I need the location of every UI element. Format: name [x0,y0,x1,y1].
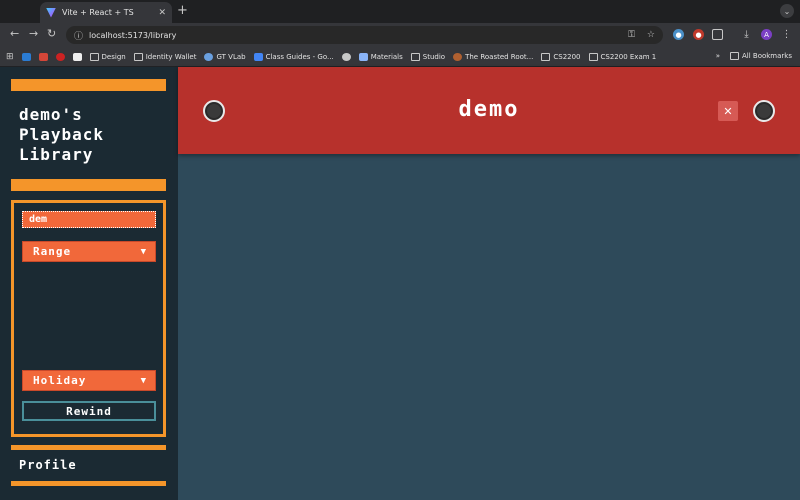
bookmark-design[interactable]: Design [89,52,126,61]
chevron-down-icon: ▼ [140,375,147,386]
holiday-select-label: Holiday [33,374,87,387]
globe-icon [341,52,351,61]
materials-icon [358,52,368,61]
folder-icon [729,52,739,60]
bookmark-materials[interactable]: Materials [358,52,403,61]
tab-search-icon[interactable]: ⌄ [780,4,794,18]
extensions-puzzle-icon[interactable] [712,29,723,40]
bookmark-gt-vlab[interactable]: GT VLab [204,52,246,61]
bookmark-globe[interactable] [341,52,351,61]
search-input[interactable] [22,211,156,228]
close-tab-icon[interactable]: ✕ [158,8,166,18]
folder-icon [410,52,420,61]
bookmarks-bar: ⊞ Design Identity Wallet GT VLab Class G… [0,47,800,67]
profile-avatar[interactable]: A [761,29,772,40]
menu-dots-icon[interactable]: ⋮ [781,29,792,40]
site-icon [453,52,463,61]
browser-toolbar: ← → ↻ ⓘ localhost:5173/library ⚿ ☆ ● ● ⤓… [0,23,800,47]
apps-grid-icon[interactable]: ⊞ [6,52,14,62]
close-button[interactable]: ✕ [718,101,738,121]
outlook-icon[interactable] [21,52,31,61]
header-title: demo [458,97,520,122]
back-icon[interactable]: ← [10,27,19,40]
main-content: demo ✕ [178,67,800,500]
right-knob-icon[interactable] [753,100,775,122]
folder-icon [541,52,551,61]
profile-bottom-stripe [11,481,166,486]
forward-icon[interactable]: → [29,27,38,40]
bookmark-roasted-root[interactable]: The Roasted Root... [453,52,533,61]
sidebar-top-stripe [11,79,166,91]
folder-icon [133,52,143,61]
new-tab-icon[interactable]: + [177,3,188,18]
vlab-icon [204,52,214,61]
profile-link[interactable]: Profile [19,458,77,472]
site-info-icon[interactable]: ⓘ [74,29,83,42]
amazon-icon[interactable] [72,52,82,61]
address-bar[interactable]: ⓘ localhost:5173/library ⚿ ☆ [66,26,663,44]
browser-tab-strip: Vite + React + TS ✕ + ⌄ [0,0,800,23]
extension-shield-icon[interactable]: ● [693,29,704,40]
vite-icon [46,7,56,18]
library-title: demo's Playback Library [19,105,105,164]
range-select[interactable]: Range ▼ [22,241,156,262]
app-icon[interactable] [55,52,65,61]
bookmark-class-guides[interactable]: Class Guides - Go... [253,52,334,61]
bookmark-cs2200[interactable]: CS2200 [541,52,581,61]
gmail-icon[interactable] [38,52,48,61]
playback-header: demo ✕ [178,67,800,154]
rewind-button[interactable]: Rewind [22,401,156,421]
bookmark-star-icon[interactable]: ☆ [647,30,655,40]
download-icon[interactable]: ⤓ [741,29,752,40]
browser-tab[interactable]: Vite + React + TS ✕ [40,2,172,23]
chevron-down-icon: ▼ [140,246,147,257]
key-icon[interactable]: ⚿ [628,30,635,40]
sidebar-mid-stripe [11,179,166,191]
tab-title: Vite + React + TS [62,8,134,17]
range-select-label: Range [33,245,72,258]
docs-icon [253,52,263,61]
extension-globe-icon[interactable]: ● [673,29,684,40]
bookmark-studio[interactable]: Studio [410,52,445,61]
profile-top-stripe [11,445,166,450]
library-sidebar: demo's Playback Library Range ▼ Holiday … [0,67,178,500]
filter-panel: Range ▼ Holiday ▼ Rewind [11,200,166,437]
more-bookmarks-icon[interactable]: » [716,52,720,60]
url-text: localhost:5173/library [89,30,177,40]
bookmark-identity-wallet[interactable]: Identity Wallet [133,52,196,61]
holiday-select[interactable]: Holiday ▼ [22,370,156,391]
bookmark-all-bookmarks[interactable]: All Bookmarks [729,52,792,60]
folder-icon [89,52,99,61]
folder-icon [588,52,598,61]
reload-icon[interactable]: ↻ [47,27,56,40]
bookmark-cs2200-exam1[interactable]: CS2200 Exam 1 [588,52,656,61]
